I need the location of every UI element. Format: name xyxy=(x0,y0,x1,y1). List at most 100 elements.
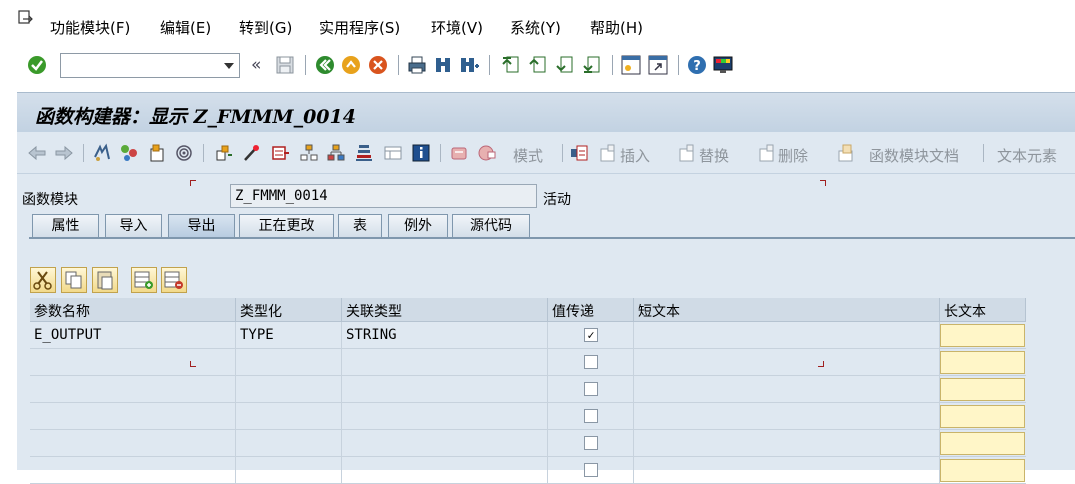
associated-type-cell[interactable]: STRING xyxy=(342,322,548,349)
delete-row-button[interactable] xyxy=(161,267,187,293)
insert-icon[interactable] xyxy=(598,143,618,163)
long-text-cell[interactable] xyxy=(940,457,1026,484)
pass-by-value-cell[interactable]: ✓ xyxy=(548,322,634,349)
long-text-button[interactable] xyxy=(940,459,1025,482)
long-text-cell[interactable] xyxy=(940,430,1026,457)
system-menu-icon[interactable] xyxy=(18,10,34,26)
column-header-associated-type[interactable]: 关联类型 xyxy=(342,298,548,322)
column-header-short-text[interactable]: 短文本 xyxy=(634,298,940,322)
pass-by-value-cell[interactable] xyxy=(548,376,634,403)
param-name-cell[interactable] xyxy=(30,430,236,457)
replace-button[interactable]: 替换 xyxy=(699,145,729,166)
menu-help[interactable]: 帮助(H) xyxy=(590,17,643,38)
pretty-printer-icon[interactable] xyxy=(477,143,497,163)
activate-icon[interactable] xyxy=(147,143,167,163)
fm-documentation-button[interactable]: 函数模块文档 xyxy=(869,145,959,166)
menu-system[interactable]: 系统(Y) xyxy=(510,17,561,38)
short-text-cell[interactable] xyxy=(634,322,940,349)
back-arrow-icon[interactable] xyxy=(27,143,47,163)
pass-by-value-cell[interactable] xyxy=(548,349,634,376)
display-change-icon[interactable] xyxy=(92,143,112,163)
text-elements-button[interactable]: 文本元素 xyxy=(997,145,1057,166)
enter-check-icon[interactable] xyxy=(26,54,48,76)
associated-type-cell[interactable] xyxy=(342,376,548,403)
associated-type-cell[interactable] xyxy=(342,457,548,484)
fm-documentation-icon[interactable] xyxy=(836,143,856,163)
pass-by-value-checkbox[interactable] xyxy=(584,436,598,450)
chevron-down-icon[interactable] xyxy=(224,63,234,69)
long-text-button[interactable] xyxy=(940,351,1025,374)
menu-goto[interactable]: 转到(G) xyxy=(239,17,292,38)
tab-tables[interactable]: 表 xyxy=(338,214,382,238)
test-wand-icon[interactable] xyxy=(241,143,261,163)
tab-exceptions[interactable]: 例外 xyxy=(388,214,448,238)
next-page-icon[interactable] xyxy=(554,54,576,76)
pass-by-value-cell[interactable] xyxy=(548,403,634,430)
pass-by-value-checkbox[interactable] xyxy=(584,355,598,369)
delete-button[interactable]: 删除 xyxy=(778,145,808,166)
cancel-icon[interactable] xyxy=(367,54,389,76)
command-field[interactable] xyxy=(60,53,240,78)
tab-export[interactable]: 导出 xyxy=(168,214,235,238)
tree-structure-icon[interactable] xyxy=(326,143,346,163)
pass-by-value-checkbox[interactable]: ✓ xyxy=(584,328,598,342)
print-icon[interactable] xyxy=(406,54,428,76)
typing-cell[interactable] xyxy=(236,376,342,403)
where-used-icon[interactable] xyxy=(174,143,194,163)
associated-type-cell[interactable] xyxy=(342,349,548,376)
forward-arrow-icon[interactable] xyxy=(54,143,74,163)
insert-row-button[interactable] xyxy=(131,267,157,293)
layout-icon[interactable] xyxy=(383,143,403,163)
long-text-button[interactable] xyxy=(940,405,1025,428)
back-icon[interactable] xyxy=(314,54,336,76)
typing-cell[interactable]: TYPE xyxy=(236,322,342,349)
command-input[interactable] xyxy=(65,55,220,77)
column-header-param-name[interactable]: 参数名称 xyxy=(30,298,236,322)
object-list-icon[interactable] xyxy=(214,143,234,163)
hierarchy-icon[interactable] xyxy=(299,143,319,163)
param-name-cell[interactable] xyxy=(30,349,236,376)
generate-shortcut-icon[interactable] xyxy=(647,54,669,76)
associated-type-cell[interactable] xyxy=(342,403,548,430)
help-icon[interactable]: ? xyxy=(686,54,708,76)
long-text-button[interactable] xyxy=(940,432,1025,455)
param-name-cell[interactable]: E_OUTPUT xyxy=(30,322,236,349)
typing-cell[interactable] xyxy=(236,457,342,484)
menu-utilities[interactable]: 实用程序(S) xyxy=(319,17,400,38)
tab-changing[interactable]: 正在更改 xyxy=(239,214,334,238)
check-syntax-icon[interactable] xyxy=(119,143,139,163)
tab-source-code[interactable]: 源代码 xyxy=(452,214,530,238)
save-icon[interactable] xyxy=(274,54,296,76)
exit-icon[interactable] xyxy=(340,54,362,76)
customize-layout-icon[interactable] xyxy=(712,54,734,76)
collapse-icon[interactable]: « xyxy=(251,55,261,75)
long-text-cell[interactable] xyxy=(940,349,1026,376)
pattern-icon[interactable] xyxy=(449,143,469,163)
param-name-cell[interactable] xyxy=(30,376,236,403)
column-header-long-text[interactable]: 长文本 xyxy=(940,298,1026,322)
associated-type-cell[interactable] xyxy=(342,430,548,457)
typing-cell[interactable] xyxy=(236,349,342,376)
short-text-cell[interactable] xyxy=(634,376,940,403)
typing-cell[interactable] xyxy=(236,430,342,457)
find-next-icon[interactable] xyxy=(458,54,480,76)
short-text-cell[interactable] xyxy=(634,457,940,484)
cut-button[interactable] xyxy=(30,267,56,293)
typing-cell[interactable] xyxy=(236,403,342,430)
info-icon[interactable] xyxy=(411,143,431,163)
mode-button[interactable]: 模式 xyxy=(513,145,543,166)
debug-icon[interactable] xyxy=(270,143,290,163)
pass-by-value-checkbox[interactable] xyxy=(584,463,598,477)
copy-button[interactable] xyxy=(61,267,87,293)
long-text-cell[interactable] xyxy=(940,322,1026,349)
insert-statement-icon[interactable] xyxy=(569,143,589,163)
short-text-cell[interactable] xyxy=(634,403,940,430)
pass-by-value-cell[interactable] xyxy=(548,430,634,457)
menu-environment[interactable]: 环境(V) xyxy=(431,17,483,38)
replace-icon[interactable] xyxy=(677,143,697,163)
long-text-button[interactable] xyxy=(940,324,1025,347)
pass-by-value-cell[interactable] xyxy=(548,457,634,484)
param-name-cell[interactable] xyxy=(30,403,236,430)
last-page-icon[interactable] xyxy=(581,54,603,76)
first-page-icon[interactable] xyxy=(500,54,522,76)
